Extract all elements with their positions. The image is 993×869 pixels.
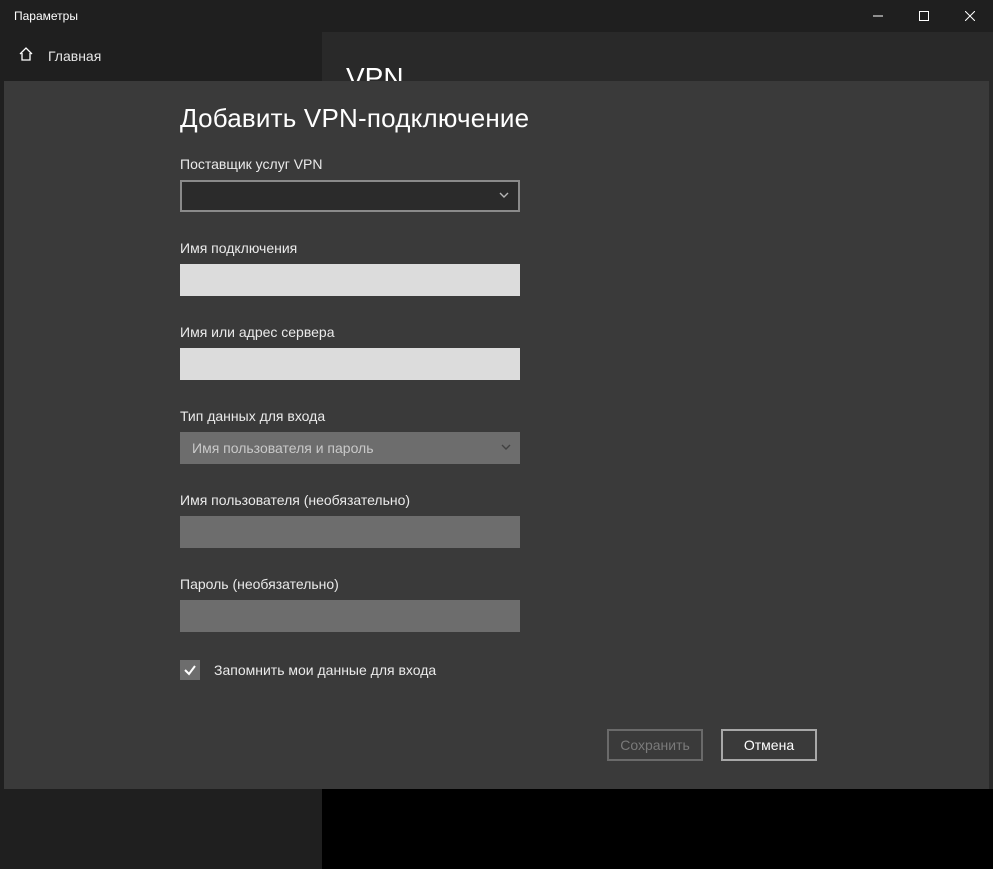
server-input[interactable] (180, 348, 520, 380)
connection-name-input[interactable] (180, 264, 520, 296)
close-button[interactable] (947, 0, 993, 32)
titlebar: Параметры (0, 0, 993, 32)
minimize-button[interactable] (855, 0, 901, 32)
cancel-button-label: Отмена (744, 737, 794, 753)
save-button-label: Сохранить (620, 737, 690, 753)
password-label: Пароль (необязательно) (180, 576, 989, 592)
dialog-title: Добавить VPN-подключение (180, 103, 989, 134)
password-input[interactable] (180, 600, 520, 632)
sidebar-home-label: Главная (48, 48, 101, 64)
remember-checkbox[interactable] (180, 660, 200, 680)
window-controls (855, 0, 993, 32)
save-button[interactable]: Сохранить (607, 729, 703, 761)
bottom-sidebar-strip (0, 789, 322, 869)
username-input[interactable] (180, 516, 520, 548)
signin-type-select[interactable]: Имя пользователя и пароль (180, 432, 520, 464)
provider-select[interactable] (180, 180, 520, 212)
home-icon (18, 46, 34, 65)
remember-label: Запомнить мои данные для входа (214, 662, 436, 678)
connection-name-label: Имя подключения (180, 240, 989, 256)
chevron-down-icon (500, 440, 512, 456)
add-vpn-dialog: Добавить VPN-подключение Поставщик услуг… (4, 81, 989, 789)
cancel-button[interactable]: Отмена (721, 729, 817, 761)
username-label: Имя пользователя (необязательно) (180, 492, 989, 508)
provider-label: Поставщик услуг VPN (180, 156, 989, 172)
chevron-down-icon (498, 188, 510, 204)
signin-type-label: Тип данных для входа (180, 408, 989, 424)
window-title: Параметры (0, 9, 78, 23)
maximize-button[interactable] (901, 0, 947, 32)
server-label: Имя или адрес сервера (180, 324, 989, 340)
signin-type-value: Имя пользователя и пароль (192, 440, 374, 456)
sidebar-item-home[interactable]: Главная (0, 32, 322, 79)
